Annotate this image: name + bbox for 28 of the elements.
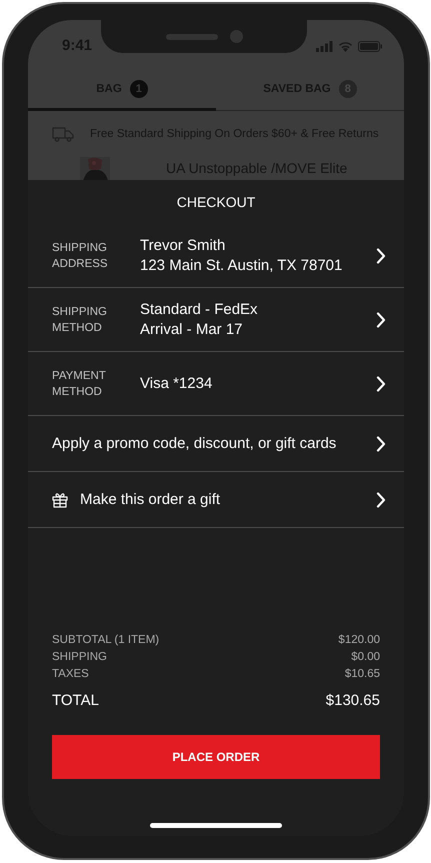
- gift-icon: [52, 491, 68, 508]
- row-label: SHIPPING METHOD: [52, 304, 108, 336]
- row-value: 123 Main St. Austin, TX 78701: [140, 256, 344, 276]
- wifi-icon: [338, 41, 353, 52]
- total-label: TOTAL: [52, 691, 99, 711]
- chevron-icon[interactable]: [376, 312, 386, 328]
- signal-icon: [316, 41, 333, 52]
- summary-label: SUBTOTAL (1 ITEM): [52, 633, 160, 648]
- summary-value: $10.65: [344, 667, 380, 682]
- chevron-icon[interactable]: [376, 492, 386, 508]
- summary-label: TAXES: [52, 667, 89, 682]
- summary-value: $120.00: [338, 633, 380, 648]
- row-value: Arrival - Mar 17: [140, 320, 244, 340]
- row-label: PAYMENT METHOD: [52, 368, 107, 400]
- sheet-title: CHECKOUT: [176, 193, 256, 212]
- chevron-icon[interactable]: [376, 436, 386, 452]
- summary-value: $0.00: [351, 650, 380, 665]
- row-label: SHIPPING ADDRESS: [52, 240, 109, 272]
- chevron-icon[interactable]: [376, 248, 386, 264]
- battery-icon: [358, 41, 382, 52]
- place-order-button[interactable]: PLACE ORDER: [52, 735, 380, 779]
- truck-icon: [52, 126, 74, 142]
- summary-label: SHIPPING: [52, 650, 107, 665]
- row-value: Visa *1234: [140, 374, 214, 394]
- total-value: $130.65: [326, 691, 380, 711]
- row-value: Standard - FedEx: [140, 300, 259, 320]
- chevron-icon[interactable]: [376, 376, 386, 392]
- row-value: Trevor Smith: [140, 236, 226, 256]
